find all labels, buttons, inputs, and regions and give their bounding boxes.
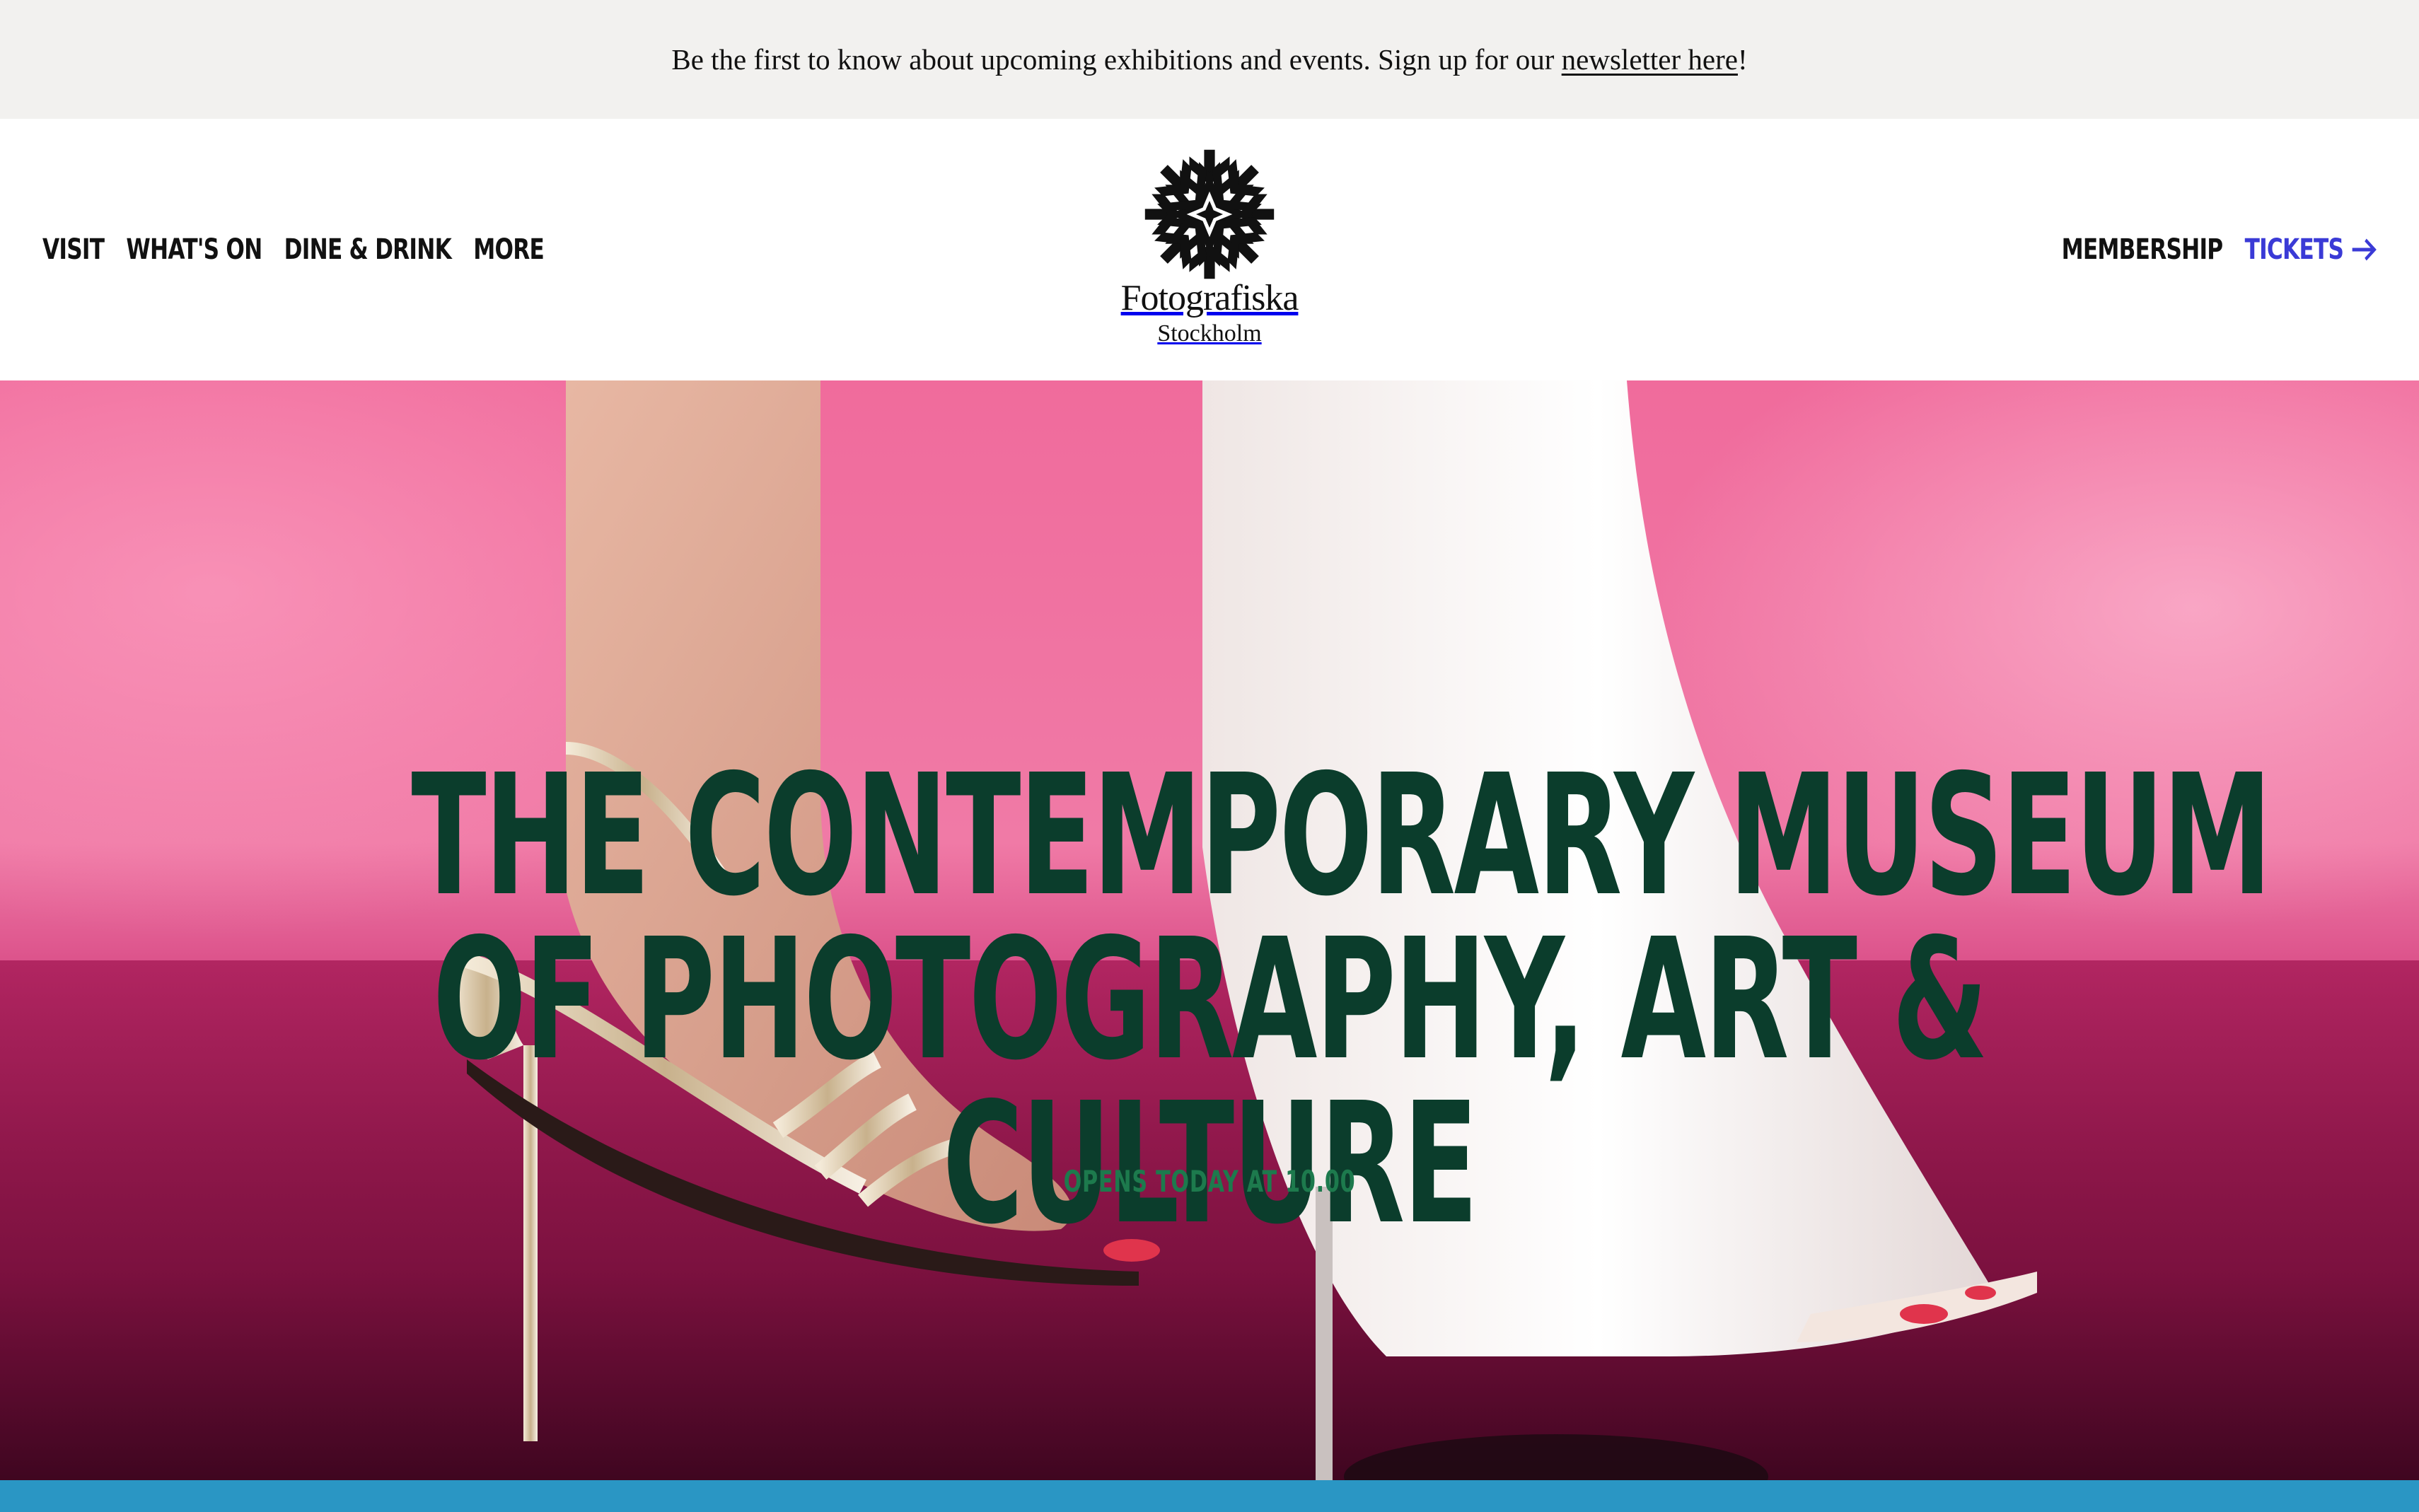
arrow-right-icon [2352,238,2377,261]
site-logo[interactable]: Fotografiska Stockholm [1103,147,1316,359]
tickets-link[interactable]: TICKETS [2245,233,2377,266]
main-nav: VISIT WHAT'S ON DINE & DRINK MORE [42,119,545,380]
hero-section: THE CONTEMPORARY MUSEUM OF PHOTOGRAPHY, … [0,380,2419,1480]
logo-city: Stockholm [1157,320,1262,347]
hero-headline-line-1: THE CONTEMPORARY MUSEUM [411,738,2272,934]
announcement-bar: Be the first to know about upcoming exhi… [0,0,2419,119]
nav-whats-on[interactable]: WHAT'S ON [126,233,262,266]
opening-hours-text: OPENS TODAY AT 10.00 [1063,1164,1356,1199]
site-header: VISIT WHAT'S ON DINE & DRINK MORE Fotogr… [0,119,2419,380]
nav-membership[interactable]: MEMBERSHIP [2062,233,2224,266]
tickets-label: TICKETS [2244,233,2344,266]
announcement-suffix: ! [1737,43,1748,76]
hero-headline-line-2: OF PHOTOGRAPHY, ART & [432,902,1988,1098]
announcement-text: Be the first to know about upcoming exhi… [671,43,1555,76]
nav-more[interactable]: MORE [473,233,545,266]
nav-dine-drink[interactable]: DINE & DRINK [284,233,452,266]
bottom-accent-bar [0,1480,2419,1512]
nav-visit[interactable]: VISIT [42,233,105,266]
snowflake-star-logo-icon [1142,147,1277,281]
utility-nav: MEMBERSHIP TICKETS [2062,119,2377,380]
logo-name: Fotografiska [1120,278,1299,318]
newsletter-link[interactable]: newsletter here [1562,42,1738,76]
